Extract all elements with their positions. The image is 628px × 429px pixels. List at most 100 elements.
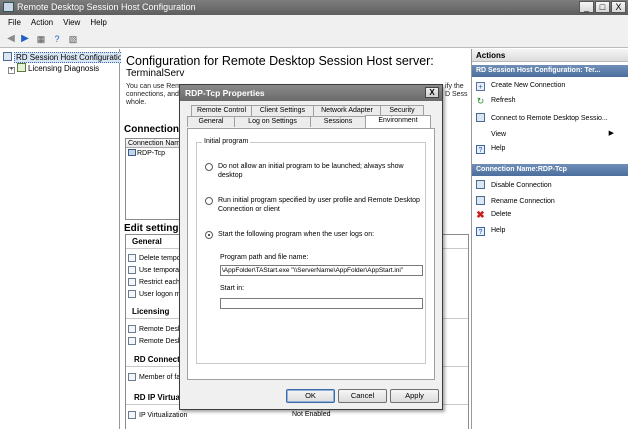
radio-start-program[interactable] (205, 231, 213, 239)
list-item[interactable]: User logon m (128, 290, 181, 298)
action-help-connection[interactable]: ? Help (476, 227, 505, 236)
action-label: Delete (491, 211, 512, 218)
option-start-program-label[interactable]: Start the following program when the use… (218, 230, 374, 239)
apply-button[interactable]: Apply (390, 389, 439, 403)
list-item[interactable]: Remote Desk (128, 337, 181, 345)
show-action-pane-icon[interactable]: ▧ (66, 33, 80, 45)
help-icon[interactable]: ? (50, 33, 64, 45)
list-item[interactable]: Delete tempor (128, 254, 183, 262)
cancel-button[interactable]: Cancel (338, 389, 387, 403)
tree-child-label: Licensing Diagnosis (28, 64, 100, 73)
description-line: You can use Remo (126, 83, 185, 90)
list-item[interactable]: Use temporar (128, 266, 181, 274)
program-path-input[interactable]: \AppFolder\TAStart.exe "\\ServerName\App… (220, 265, 423, 276)
tab-environment[interactable]: Environment (365, 115, 431, 128)
option-run-profile-program-label[interactable]: Run initial program specified by user pr… (218, 196, 420, 214)
group-rd-ip-virtualization: RD IP Virtuali (134, 393, 185, 402)
action-refresh[interactable]: ↻ Refresh (476, 97, 516, 106)
actions-pane: Actions RD Session Host Configuration: T… (471, 49, 628, 429)
tab-general[interactable]: General (187, 116, 235, 127)
connection-name: RDP-Tcp (137, 150, 166, 157)
tab-client-settings[interactable]: Client Settings (251, 105, 314, 116)
environment-tab-panel: Initial program Do not allow an initial … (187, 128, 435, 380)
radio-run-profile-program[interactable] (205, 197, 213, 205)
tree-root[interactable]: RD Session Host Configuration: (3, 52, 131, 63)
action-delete[interactable]: ✖ Delete (476, 210, 512, 221)
connect-icon (476, 113, 485, 122)
disable-icon (476, 180, 485, 189)
window-controls: _ □ X (579, 1, 626, 13)
action-label: Disable Connection (491, 182, 552, 189)
setting-value: Not Enabled (292, 411, 331, 418)
console-tree: RD Session Host Configuration: + Licensin… (0, 49, 131, 429)
list-item[interactable]: Remote Desk (128, 325, 181, 333)
console-tree-icon[interactable]: ▦ (34, 33, 48, 45)
delete-icon: ✖ (476, 210, 485, 221)
initial-program-group: Initial program Do not allow an initial … (196, 138, 426, 364)
setting-label: Remote Desk (139, 326, 182, 333)
dialog-title-text: RDP-Tcp Properties (185, 88, 265, 98)
forward-arrow-icon[interactable]: ▶ (18, 33, 32, 45)
setting-icon (128, 337, 136, 345)
setting-label: Delete tempor (139, 255, 183, 262)
setting-label: Remote Desk (139, 338, 182, 345)
rename-icon (476, 196, 485, 205)
menu-help[interactable]: Help (86, 15, 112, 31)
dialog-close-button[interactable]: X (425, 87, 439, 98)
setting-icon (128, 373, 136, 381)
view-icon (476, 129, 485, 138)
back-arrow-icon[interactable]: ◀ (4, 33, 18, 45)
menu-view[interactable]: View (59, 15, 86, 31)
option-line: desktop (218, 172, 243, 179)
action-view[interactable]: View ▶ (476, 129, 622, 138)
setting-icon (128, 411, 136, 419)
actions-title: Actions (472, 49, 628, 62)
diagnosis-icon (17, 63, 26, 72)
start-in-label: Start in: (220, 285, 245, 292)
setting-icon (128, 290, 136, 298)
action-label: Create New Connection (491, 82, 566, 89)
expand-icon[interactable]: + (8, 67, 15, 74)
setting-icon (128, 266, 136, 274)
actions-section-server[interactable]: RD Session Host Configuration: Ter... (472, 65, 628, 77)
menu-action[interactable]: Action (27, 15, 59, 31)
help-icon: ? (476, 145, 485, 154)
tab-remote-control[interactable]: Remote Control (191, 105, 252, 116)
list-item[interactable]: Restrict each (128, 278, 180, 286)
action-disable-connection[interactable]: Disable Connection (476, 180, 552, 189)
refresh-icon: ↻ (476, 96, 485, 106)
radio-no-initial-program[interactable] (205, 163, 213, 171)
setting-icon (128, 254, 136, 262)
group-legend: Initial program (202, 138, 251, 145)
list-item[interactable]: IP Virtualization (128, 411, 187, 419)
setting-label: Restrict each (139, 279, 180, 286)
list-item[interactable]: Member of far (128, 373, 183, 381)
menu-file[interactable]: File (4, 15, 27, 31)
description-tail: ify the (445, 83, 464, 90)
minimize-button[interactable]: _ (579, 1, 594, 13)
action-rename-connection[interactable]: Rename Connection (476, 196, 555, 205)
app-icon (3, 2, 14, 12)
action-label: Connect to Remote Desktop Sessio... (491, 115, 608, 122)
window-title: Remote Desktop Session Host Configuratio… (17, 2, 196, 12)
setting-label: IP Virtualization (139, 412, 188, 419)
tab-log-on-settings[interactable]: Log on Settings (234, 116, 311, 127)
action-create-new-connection[interactable]: + Create New Connection (476, 82, 565, 91)
actions-section-connection[interactable]: Connection Name:RDP-Tcp (472, 164, 628, 176)
action-label: Help (491, 145, 506, 152)
action-connect-remote[interactable]: Connect to Remote Desktop Sessio... (476, 113, 608, 122)
setting-label: Use temporar (139, 267, 182, 274)
close-button[interactable]: X (611, 1, 626, 13)
option-no-initial-program-label[interactable]: Do not allow an initial program to be la… (218, 162, 404, 180)
tab-sessions[interactable]: Sessions (310, 116, 366, 127)
start-in-input[interactable] (220, 298, 423, 309)
action-help[interactable]: ? Help (476, 145, 505, 154)
edit-settings-heading: Edit settings (124, 223, 185, 234)
ok-button[interactable]: OK (286, 389, 335, 403)
program-path-label: Program path and file name: (220, 254, 309, 261)
tree-licensing-diagnosis[interactable]: + Licensing Diagnosis (8, 63, 99, 74)
page-title: Configuration for Remote Desktop Session… (126, 54, 434, 68)
option-line: Connection or client (218, 206, 280, 213)
maximize-button[interactable]: □ (595, 1, 610, 13)
setting-label: User logon m (139, 291, 181, 298)
